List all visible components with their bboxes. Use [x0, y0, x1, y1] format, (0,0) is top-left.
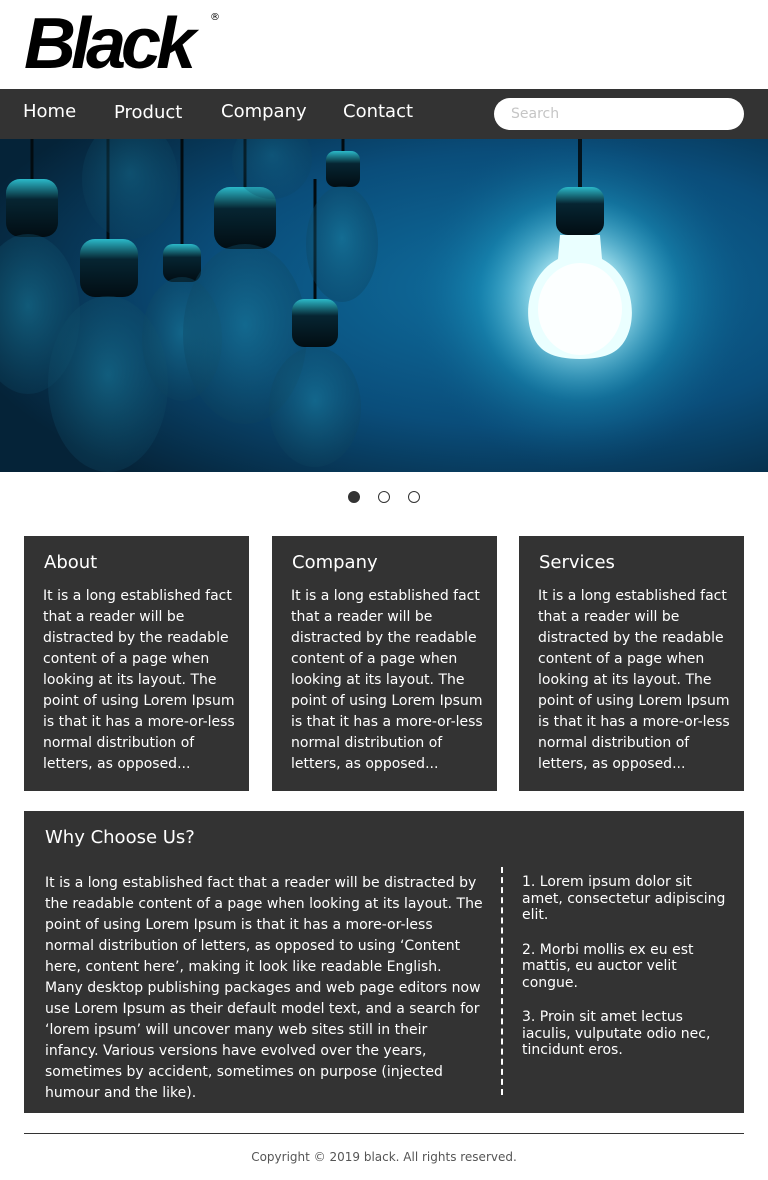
- card-title: Services: [539, 552, 615, 573]
- company-card: Company It is a long established fact th…: [272, 536, 497, 791]
- slider-pagination: [0, 491, 768, 507]
- list-item: 3. Proin sit amet lectus iaculis, vulput…: [522, 1009, 711, 1058]
- logo[interactable]: Black ®: [24, 8, 220, 80]
- hero-slider-image: [0, 139, 768, 472]
- nav-contact[interactable]: Contact: [343, 89, 413, 139]
- registered-mark: ®: [210, 12, 220, 23]
- copyright-text: Copyright © 2019 black. All rights reser…: [251, 1150, 517, 1164]
- reasons-list: 1. Lorem ipsum dolor sit amet, consectet…: [522, 874, 727, 1077]
- nav-home[interactable]: Home: [23, 89, 76, 139]
- card-body: It is a long established fact that a rea…: [538, 588, 730, 772]
- nav-company[interactable]: Company: [221, 89, 307, 139]
- slider-dot-3[interactable]: [408, 491, 420, 503]
- why-choose-us-section: Why Choose Us? It is a long established …: [24, 811, 744, 1113]
- main-nav: Home Product Company Contact: [0, 89, 768, 139]
- card-body: It is a long established fact that a rea…: [291, 588, 483, 772]
- list-item: 2. Morbi mollis ex eu est mattis, eu auc…: [522, 941, 694, 991]
- list-item: 1. Lorem ipsum dolor sit amet, consectet…: [522, 874, 726, 923]
- footer-divider: [24, 1133, 744, 1134]
- card-title: Company: [292, 552, 378, 573]
- services-card: Services It is a long established fact t…: [519, 536, 744, 791]
- nav-product[interactable]: Product: [114, 90, 182, 140]
- card-title: About: [44, 552, 98, 573]
- section-body: It is a long established fact that a rea…: [45, 875, 483, 1101]
- slider-dot-2[interactable]: [378, 491, 390, 503]
- logo-text: Black: [24, 4, 196, 84]
- card-body: It is a long established fact that a rea…: [43, 588, 235, 772]
- section-title: Why Choose Us?: [45, 827, 195, 848]
- slider-dot-1[interactable]: [348, 491, 360, 503]
- dashed-divider: [501, 867, 503, 1095]
- about-card: About It is a long established fact that…: [24, 536, 249, 791]
- search-input[interactable]: [494, 98, 744, 130]
